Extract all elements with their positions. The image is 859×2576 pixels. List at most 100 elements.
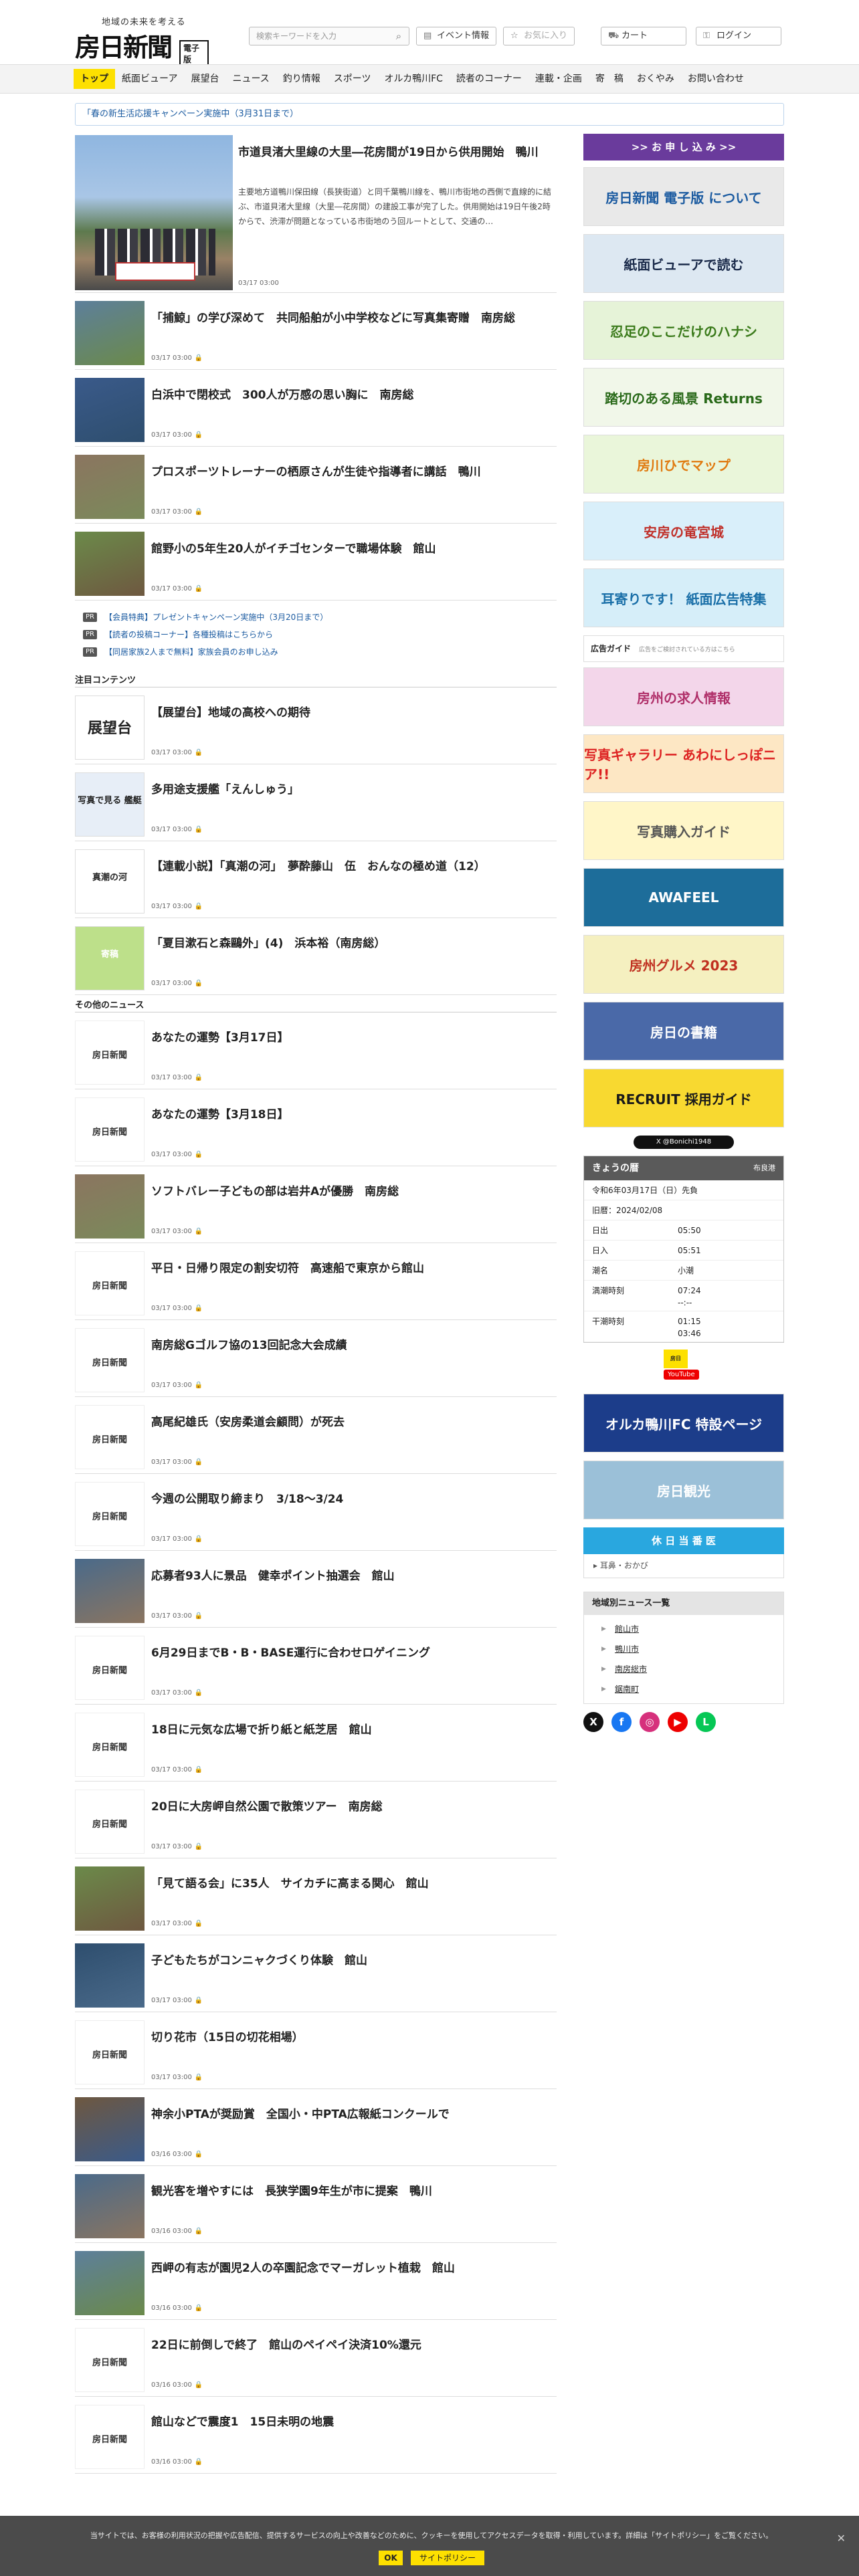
event-button[interactable]: ▤ イベント情報: [416, 27, 497, 45]
banner-text[interactable]: 房州グルメ 2023: [584, 936, 783, 993]
pr-badge[interactable]: PR: [83, 647, 97, 657]
login-button[interactable]: ⚿ ログイン: [696, 27, 781, 45]
date-text[interactable]: 03/17 03:00: [151, 1997, 192, 2004]
article-thumbnail[interactable]: [75, 378, 145, 442]
article-date[interactable]: 03/17 03:00 🔒: [151, 2074, 203, 2081]
sidebar-banner[interactable]: 安房の竜宮城: [583, 502, 784, 560]
sidebar-banner[interactable]: 房日の書籍: [583, 1002, 784, 1061]
lock-icon[interactable]: 🔒: [195, 2151, 203, 2158]
date-text[interactable]: 03/17 03:00: [151, 2074, 192, 2081]
article-row[interactable]: 館野小の5年生20人がイチゴセンターで職場体験 館山 03/17 03:00 🔒: [75, 524, 557, 601]
kanko-banner[interactable]: 房日観光: [583, 1461, 784, 1519]
article-row[interactable]: 「見て語る会」に35人 サイカチに高まる関心 館山 03/17 03:00 🔒: [75, 1858, 557, 1935]
lead-photo[interactable]: [75, 135, 233, 290]
article-row[interactable]: 真潮の河 【連載小説】「真潮の河」 夢酔藤山 伍 おんなの極め道（12） 03/17…: [75, 841, 557, 918]
banner-text[interactable]: 写真購入ガイド: [584, 802, 783, 859]
pr-text[interactable]: 【会員特典】プレゼントキャンペーン実施中（3月20日まで）: [104, 613, 328, 622]
date-text[interactable]: 03/17 03:00: [151, 1305, 192, 1312]
nav-item[interactable]: オルカ鴨川FC: [378, 69, 450, 89]
pr-badge[interactable]: PR: [83, 630, 97, 639]
banner-text[interactable]: RECRUIT 採用ガイド: [584, 1069, 783, 1127]
orca-banner[interactable]: オルカ鴨川FC 特設ページ: [583, 1394, 784, 1453]
article-title[interactable]: あなたの運勢【3月17日】: [151, 1029, 553, 1047]
banner-text[interactable]: 紙面ビューアで読む: [584, 235, 783, 292]
article-thumbnail[interactable]: 房日新聞: [75, 1328, 145, 1392]
calendar-row[interactable]: 潮名 小潮: [584, 1261, 783, 1281]
date-text[interactable]: 03/17 03:00: [151, 1382, 192, 1389]
article-thumbnail[interactable]: 房日新聞: [75, 1790, 145, 1854]
thumbnail-text[interactable]: 展望台: [76, 716, 144, 738]
sidebar-banner[interactable]: 耳寄りです！ 紙面広告特集: [583, 568, 784, 627]
article-date[interactable]: 03/17 03:00 🔒: [151, 1228, 203, 1235]
article-date[interactable]: 03/17 03:00 🔒: [151, 1766, 203, 1774]
calendar-row[interactable]: 令和6年03月17日（日）先負: [584, 1180, 783, 1200]
article-date[interactable]: 03/17 03:00 🔒: [151, 354, 203, 362]
sidebar-banner[interactable]: 写真ギャラリー あわにしっぽニア!!: [583, 734, 784, 793]
nav-item[interactable]: 展望台: [184, 69, 225, 89]
nav-item[interactable]: お問い合わせ: [681, 69, 751, 89]
article-thumbnail[interactable]: 房日新聞: [75, 1713, 145, 1777]
article-title[interactable]: 館山などで震度1 15日未明の地震: [151, 2413, 553, 2432]
lock-icon[interactable]: 🔒: [195, 1305, 203, 1312]
article-row[interactable]: 神余小PTAが奨励賞 全国小・中PTA広報紙コンクールで 03/16 03:00 🔒: [75, 2089, 557, 2166]
lead-title[interactable]: 市道貝渚大里線の大里―花房間が19日から供用開始 鴨川: [238, 143, 553, 162]
sidebar-banner[interactable]: RECRUIT 採用ガイド: [583, 1069, 784, 1128]
article-thumbnail[interactable]: 房日新聞: [75, 2020, 145, 2084]
favorite-button[interactable]: ☆ お気に入り: [503, 27, 575, 45]
article-title[interactable]: 6月29日までB・B・BASE運行に合わせロゲイニング: [151, 1644, 553, 1662]
article-row[interactable]: 子どもたちがコンニャクづくり体験 館山 03/17 03:00 🔒: [75, 1935, 557, 2012]
calendar-row[interactable]: 日出 05:50: [584, 1220, 783, 1241]
lock-icon[interactable]: 🔒: [195, 1689, 203, 1697]
date-text[interactable]: 03/17 03:00: [151, 1459, 192, 1466]
placeholder-logo[interactable]: 房日新聞: [76, 1279, 144, 1291]
sidebar-banner[interactable]: 忍足のここだけのハナシ: [583, 301, 784, 360]
banner-text[interactable]: AWAFEEL: [584, 869, 783, 926]
date-text[interactable]: 03/17 03:00: [151, 826, 192, 833]
lock-icon[interactable]: 🔒: [195, 1920, 203, 1927]
date-text[interactable]: 03/17 03:00: [151, 1612, 192, 1620]
article-date[interactable]: 03/17 03:00 🔒: [151, 1305, 203, 1312]
article-date[interactable]: 03/17 03:00 🔒: [151, 1382, 203, 1389]
lock-icon[interactable]: 🔒: [195, 585, 203, 593]
calendar-label[interactable]: 日出: [592, 1226, 608, 1235]
lead-article[interactable]: 市道貝渚大里線の大里―花房間が19日から供用開始 鴨川 主要地方道鴨川保田線（長…: [75, 134, 557, 293]
region-link[interactable]: 鋸南町: [584, 1679, 783, 1699]
nav-item[interactable]: 紙面ビューア: [115, 69, 184, 89]
article-thumbnail[interactable]: 房日新聞: [75, 2405, 145, 2469]
lock-icon[interactable]: 🔒: [195, 1612, 203, 1620]
article-title[interactable]: プロスポーツトレーナーの栖原さんが生徒や指導者に講話 鴨川: [151, 463, 553, 481]
lock-icon[interactable]: 🔒: [195, 2074, 203, 2081]
date-text[interactable]: 03/17 03:00: [151, 1228, 192, 1235]
date-text[interactable]: 03/16 03:00: [151, 2151, 192, 2158]
pr-link[interactable]: PR 【読者の投稿コーナー】各種投稿はこちらから: [75, 626, 557, 643]
article-date[interactable]: 03/17 03:00 🔒: [151, 431, 203, 439]
cookie-policy-button[interactable]: サイトポリシー: [411, 2551, 484, 2565]
article-row[interactable]: 房日新聞 22日に前倒しで終了 館山のペイペイ決済10%還元 03/16 03:00…: [75, 2320, 557, 2397]
article-thumbnail[interactable]: [75, 1866, 145, 1931]
calendar-label[interactable]: 日入: [592, 1246, 608, 1255]
lock-icon[interactable]: 🔒: [195, 1382, 203, 1389]
article-thumbnail[interactable]: 真潮の河: [75, 849, 145, 914]
lock-icon[interactable]: 🔒: [195, 1535, 203, 1543]
twitter-follow-button[interactable]: X @Bonichi1948: [634, 1136, 734, 1149]
placeholder-logo[interactable]: 房日新聞: [76, 2355, 144, 2368]
thumbnail-text[interactable]: 寄稿: [76, 947, 144, 960]
article-date[interactable]: 03/17 03:00 🔒: [151, 1535, 203, 1543]
lock-icon[interactable]: 🔒: [195, 1997, 203, 2004]
article-thumbnail[interactable]: 房日新聞: [75, 1021, 145, 1085]
nav-item[interactable]: トップ: [74, 69, 115, 89]
date-text[interactable]: 03/17 03:00: [151, 749, 192, 756]
article-date[interactable]: 03/17 03:00 🔒: [151, 508, 203, 516]
article-date[interactable]: 03/16 03:00 🔒: [151, 2228, 203, 2235]
article-title[interactable]: 18日に元気な広場で折り紙と紙芝居 館山: [151, 1721, 553, 1739]
article-date[interactable]: 03/17 03:00 🔒: [151, 585, 203, 593]
article-row[interactable]: 展望台 【展望台】地域の高校への期待 03/17 03:00 🔒: [75, 687, 557, 764]
article-date[interactable]: 03/16 03:00 🔒: [151, 2381, 203, 2389]
lock-icon[interactable]: 🔒: [195, 354, 203, 362]
banner-text[interactable]: 房州の求人情報: [584, 668, 783, 726]
article-thumbnail[interactable]: 寄稿: [75, 926, 145, 990]
article-row[interactable]: 観光客を増やすには 長狭学園9年生が市に提案 鴨川 03/16 03:00 🔒: [75, 2166, 557, 2243]
placeholder-logo[interactable]: 房日新聞: [76, 2048, 144, 2060]
placeholder-logo[interactable]: 房日新聞: [76, 1356, 144, 1368]
article-row[interactable]: 「捕鯨」の学び深めて 共同船舶が小中学校などに写真集寄贈 南房総 03/17 03…: [75, 293, 557, 370]
